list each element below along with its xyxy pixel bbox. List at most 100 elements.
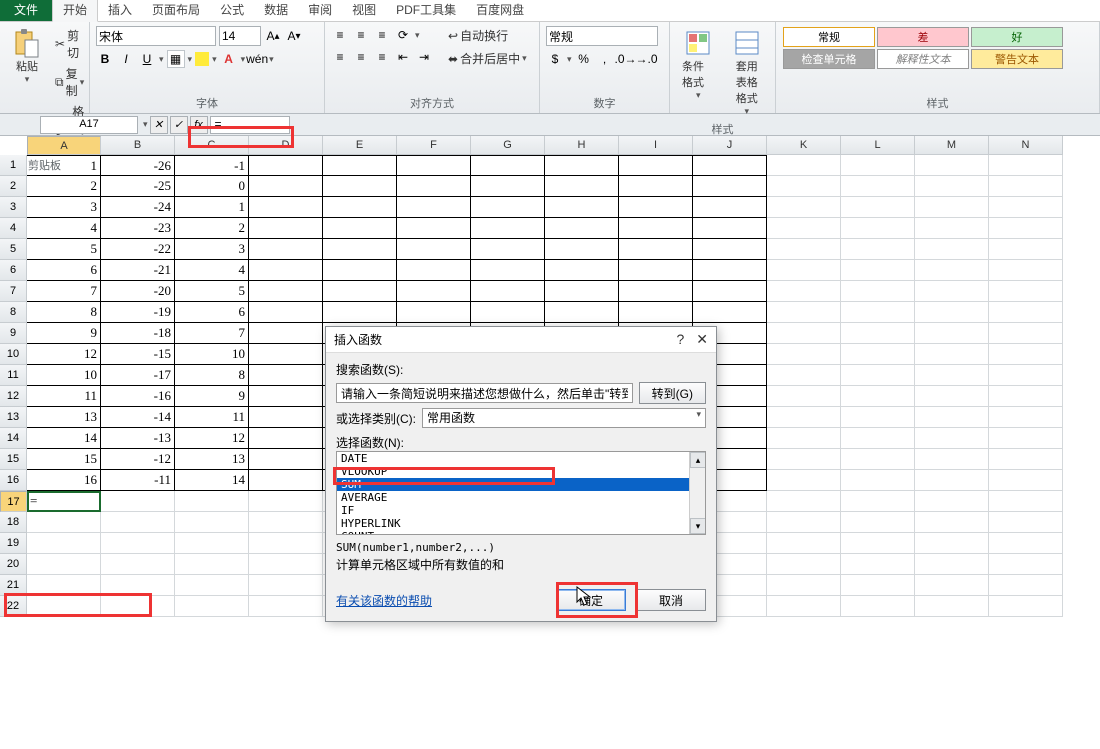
cell[interactable] [767, 323, 841, 344]
cell[interactable] [841, 344, 915, 365]
cell[interactable] [767, 344, 841, 365]
cell[interactable] [471, 197, 545, 218]
cell[interactable] [471, 155, 545, 176]
ok-button[interactable]: 确定 [556, 589, 626, 611]
tab-insert[interactable]: 插入 [98, 0, 142, 21]
tab-review[interactable]: 审阅 [298, 0, 342, 21]
cell[interactable] [915, 155, 989, 176]
cell[interactable]: -12 [101, 449, 175, 470]
cell[interactable] [915, 239, 989, 260]
cell[interactable] [471, 260, 545, 281]
cell[interactable] [249, 281, 323, 302]
function-list-item[interactable]: VLOOKUP [337, 465, 705, 478]
function-listbox[interactable]: DATEVLOOKUPSUMAVERAGEIFHYPERLINKCOUNT ▴ … [336, 451, 706, 535]
cell[interactable] [915, 260, 989, 281]
function-list-item[interactable]: DATE [337, 452, 705, 465]
cell[interactable] [767, 155, 841, 176]
cell[interactable] [101, 554, 175, 575]
currency-button[interactable]: $ [546, 50, 564, 68]
border-button[interactable]: ▦ [167, 50, 185, 68]
cell-style-good[interactable]: 好 [971, 27, 1063, 47]
cell[interactable]: 15 [27, 449, 101, 470]
cell[interactable] [841, 575, 915, 596]
cell[interactable] [841, 596, 915, 617]
cell[interactable] [249, 470, 323, 491]
cell[interactable] [989, 407, 1063, 428]
row-header[interactable]: 19 [0, 533, 27, 554]
cell[interactable] [323, 218, 397, 239]
cell[interactable] [841, 470, 915, 491]
cell[interactable] [323, 155, 397, 176]
cell[interactable] [249, 596, 323, 617]
cell[interactable] [397, 302, 471, 323]
cell[interactable] [323, 260, 397, 281]
cell[interactable]: 9 [27, 323, 101, 344]
cell[interactable] [249, 176, 323, 197]
cell-style-check[interactable]: 检查单元格 [783, 49, 875, 69]
cell[interactable] [27, 554, 101, 575]
cell[interactable] [101, 533, 175, 554]
cell[interactable] [915, 533, 989, 554]
cell[interactable]: -1 [175, 155, 249, 176]
cell[interactable] [989, 281, 1063, 302]
cell[interactable]: -16 [101, 386, 175, 407]
goto-button[interactable]: 转到(G) [639, 382, 706, 404]
cut-button[interactable]: ✂剪切 [52, 26, 87, 62]
align-middle-button[interactable]: ≡ [352, 26, 370, 44]
cell[interactable] [767, 533, 841, 554]
cell[interactable] [915, 344, 989, 365]
column-header[interactable]: M [915, 136, 989, 155]
cell[interactable] [767, 554, 841, 575]
indent-inc-button[interactable]: ⇥ [415, 48, 433, 66]
cell[interactable]: -14 [101, 407, 175, 428]
cell[interactable] [545, 197, 619, 218]
cell[interactable] [249, 575, 323, 596]
cell[interactable] [989, 491, 1063, 512]
cell[interactable]: 1 [27, 155, 101, 176]
cell[interactable] [397, 197, 471, 218]
row-header[interactable]: 10 [0, 344, 27, 365]
cell[interactable] [841, 197, 915, 218]
cell[interactable] [175, 554, 249, 575]
cell[interactable]: -26 [101, 155, 175, 176]
cell[interactable] [841, 155, 915, 176]
cell[interactable] [767, 596, 841, 617]
cell[interactable] [767, 575, 841, 596]
cell[interactable]: 11 [175, 407, 249, 428]
cell[interactable] [841, 281, 915, 302]
cell[interactable] [249, 365, 323, 386]
row-header[interactable]: 8 [0, 302, 27, 323]
column-header[interactable]: E [323, 136, 397, 155]
cell[interactable] [767, 218, 841, 239]
column-header[interactable]: H [545, 136, 619, 155]
cell[interactable] [767, 386, 841, 407]
cell[interactable] [767, 302, 841, 323]
fx-button[interactable]: fx [190, 116, 208, 134]
align-center-button[interactable]: ≡ [352, 48, 370, 66]
cell[interactable] [915, 218, 989, 239]
cell[interactable]: -25 [101, 176, 175, 197]
cell-style-normal[interactable]: 常规 [783, 27, 875, 47]
cell[interactable] [101, 596, 175, 617]
cell[interactable] [249, 302, 323, 323]
cell[interactable] [989, 470, 1063, 491]
row-header[interactable]: 21 [0, 575, 27, 596]
column-header[interactable]: K [767, 136, 841, 155]
cell[interactable] [989, 575, 1063, 596]
cell[interactable] [841, 491, 915, 512]
cell[interactable] [693, 176, 767, 197]
cell[interactable]: -18 [101, 323, 175, 344]
inc-decimal-button[interactable]: .0→ [617, 50, 635, 68]
cell[interactable] [841, 365, 915, 386]
indent-dec-button[interactable]: ⇤ [394, 48, 412, 66]
cell[interactable] [841, 428, 915, 449]
cell[interactable] [619, 197, 693, 218]
cell[interactable] [841, 302, 915, 323]
cell[interactable] [619, 239, 693, 260]
cell[interactable] [767, 197, 841, 218]
phonetic-button[interactable]: wén [248, 50, 266, 68]
cell[interactable] [915, 428, 989, 449]
cell-style-bad[interactable]: 差 [877, 27, 969, 47]
cell[interactable] [693, 260, 767, 281]
cell[interactable] [175, 491, 249, 512]
